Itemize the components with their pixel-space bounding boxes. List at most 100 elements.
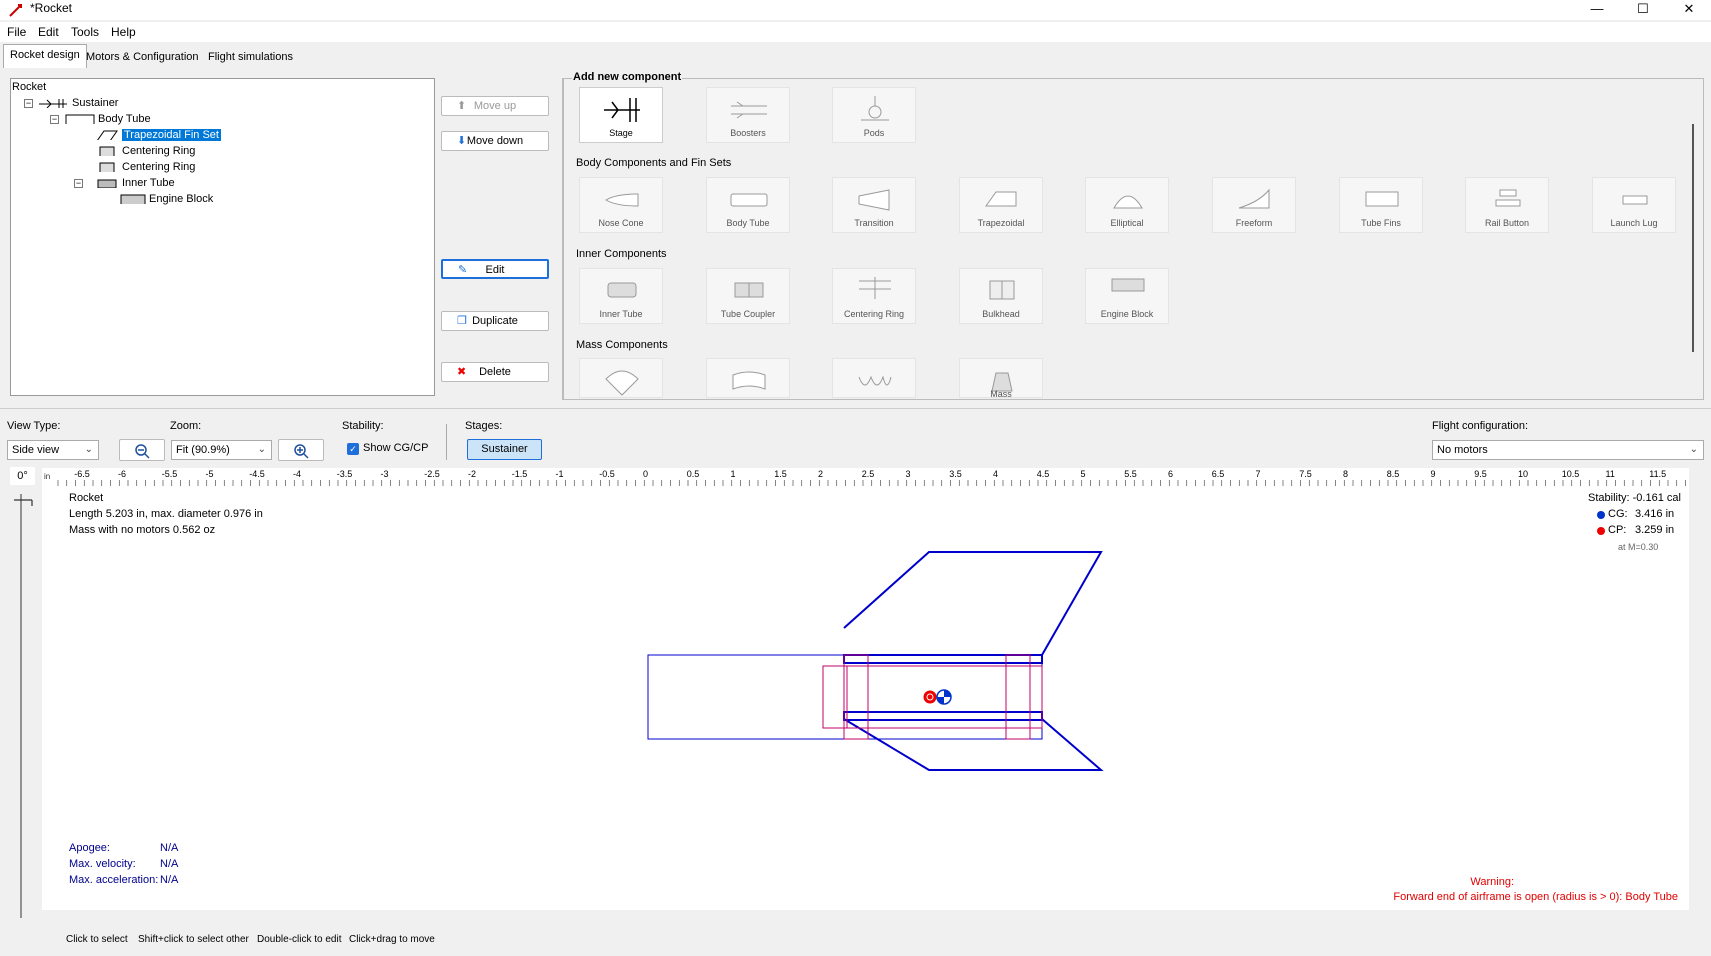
component-elliptical-button[interactable]: Elliptical <box>1085 177 1169 233</box>
delete-icon: ✖ <box>457 366 467 378</box>
component-shock-cord-button[interactable] <box>832 358 916 398</box>
ruler-x-label: 2 <box>818 469 823 479</box>
tree-item-sustainer[interactable]: Sustainer <box>72 97 118 109</box>
rocket-drawing[interactable] <box>42 486 1689 910</box>
body-tube-icon <box>65 114 95 124</box>
move-down-button[interactable]: ⬇ Move down <box>441 131 549 151</box>
close-button[interactable]: ✕ <box>1666 0 1711 20</box>
tab-flight-simulations[interactable]: Flight simulations <box>201 46 300 68</box>
parachute-icon <box>605 370 639 396</box>
freeform-fin-icon <box>1238 188 1270 209</box>
ruler-x-label: 9.5 <box>1474 469 1487 479</box>
view-type-label: View Type: <box>7 420 61 432</box>
component-nose-cone-button[interactable]: Nose Cone <box>579 177 663 233</box>
component-freeform-button[interactable]: Freeform <box>1212 177 1296 233</box>
components-scrollbar[interactable] <box>1692 124 1694 352</box>
tree-item-trapezoidal-fin-set[interactable]: Trapezoidal Fin Set <box>122 129 221 141</box>
zoom-out-icon <box>135 444 150 459</box>
fin-bottom[interactable] <box>843 718 1104 771</box>
show-cgcp-checkbox[interactable]: ✓ <box>347 443 359 455</box>
title-bar: *Rocket — ☐ ✕ <box>0 0 1711 20</box>
move-up-button[interactable]: ⬆ Move up <box>441 96 549 116</box>
zoom-in-button[interactable] <box>278 439 324 461</box>
menu-file[interactable]: File <box>7 25 26 39</box>
fin-root-bottom <box>843 711 1043 721</box>
tree-item-rocket[interactable]: Rocket <box>12 81 46 93</box>
edit-button[interactable]: ✎ Edit <box>441 259 549 279</box>
view-type-select[interactable]: Side view ⌄ <box>7 440 99 460</box>
mass-components-heading: Mass Components <box>576 339 668 351</box>
warning-title: Warning: <box>1470 876 1514 888</box>
component-inner-tube-button[interactable]: Inner Tube <box>579 268 663 324</box>
menu-help[interactable]: Help <box>111 25 136 39</box>
rocket-figure-canvas[interactable]: Rocket Length 5.203 in, max. diameter 0.… <box>42 486 1689 910</box>
cg-marker <box>936 689 952 705</box>
tab-motors-configuration[interactable]: Motors & Configuration <box>79 46 206 68</box>
component-pods-button[interactable]: Pods <box>832 87 916 143</box>
zoom-select[interactable]: Fit (90.9%) ⌄ <box>171 440 272 460</box>
transition-icon <box>858 189 890 211</box>
component-engine-block-button[interactable]: Engine Block <box>1085 268 1169 324</box>
component-streamer-button[interactable] <box>706 358 790 398</box>
body-tube-icon <box>730 193 768 207</box>
component-parachute-button[interactable] <box>579 358 663 398</box>
collapse-icon[interactable]: − <box>74 179 83 188</box>
component-mass-button[interactable]: Mass <box>959 358 1043 399</box>
chevron-down-icon: ⌄ <box>84 444 93 455</box>
ruler-x-label: 8 <box>1343 469 1348 479</box>
ruler-x-label: -4 <box>293 469 301 479</box>
engine-block-icon <box>120 194 146 204</box>
ruler-x-label: 6.5 <box>1212 469 1225 479</box>
component-tube-fins-button[interactable]: Tube Fins <box>1339 177 1423 233</box>
component-tree[interactable]: Rocket − Sustainer − Body Tube Trapezoid… <box>10 78 435 396</box>
component-boosters-button[interactable]: Boosters <box>706 87 790 143</box>
tab-rocket-design[interactable]: Rocket design <box>3 44 87 68</box>
menu-tools[interactable]: Tools <box>71 25 99 39</box>
rotation-angle-field[interactable]: 0° <box>10 467 35 485</box>
zoom-out-button[interactable] <box>119 439 165 461</box>
ruler-x-label: -5 <box>206 469 214 479</box>
fin-top[interactable] <box>843 551 1103 656</box>
menu-edit[interactable]: Edit <box>38 25 59 39</box>
ruler-x-label: 5.5 <box>1124 469 1137 479</box>
window-title: *Rocket <box>30 1 73 15</box>
component-body-tube-button[interactable]: Body Tube <box>706 177 790 233</box>
centering-ring-icon <box>99 162 115 172</box>
tree-item-centering-ring[interactable]: Centering Ring <box>122 145 195 157</box>
component-transition-button[interactable]: Transition <box>832 177 916 233</box>
flight-config-select[interactable]: No motors ⌄ <box>1432 440 1704 460</box>
minimize-button[interactable]: — <box>1574 0 1620 20</box>
split-divider[interactable] <box>0 408 1711 412</box>
apogee-value: N/A <box>160 842 179 854</box>
collapse-icon[interactable]: − <box>24 99 33 108</box>
component-stage-button[interactable]: Stage <box>579 87 663 143</box>
ruler-x-label: -6.5 <box>74 469 90 479</box>
maximize-button[interactable]: ☐ <box>1620 0 1666 20</box>
stages-label: Stages: <box>465 420 503 432</box>
tree-item-centering-ring[interactable]: Centering Ring <box>122 161 195 173</box>
rotation-slider[interactable] <box>10 490 36 920</box>
component-launch-lug-button[interactable]: Launch Lug <box>1592 177 1676 233</box>
tree-item-inner-tube[interactable]: Inner Tube <box>122 177 175 189</box>
ruler-x-label: 0.5 <box>687 469 700 479</box>
component-bulkhead-button[interactable]: Bulkhead <box>959 268 1043 324</box>
tree-item-engine-block[interactable]: Engine Block <box>149 193 213 205</box>
centering-ring-rear[interactable] <box>1005 654 1031 740</box>
delete-button[interactable]: ✖ Delete <box>441 362 549 382</box>
body-components-heading: Body Components and Fin Sets <box>576 157 732 169</box>
component-tube-coupler-button[interactable]: Tube Coupler <box>706 268 790 324</box>
ruler-x-label: 5 <box>1081 469 1086 479</box>
stage-sustainer-toggle[interactable]: Sustainer <box>467 439 542 460</box>
component-rail-button-button[interactable]: Rail Button <box>1465 177 1549 233</box>
collapse-icon[interactable]: − <box>50 115 59 124</box>
ruler-x-label: -6 <box>118 469 126 479</box>
hint-drag: Click+drag to move <box>349 934 435 945</box>
component-centering-ring-button[interactable]: Centering Ring <box>832 268 916 324</box>
tree-item-body-tube[interactable]: Body Tube <box>98 113 151 125</box>
max-acceleration-value: N/A <box>160 874 179 886</box>
duplicate-button[interactable]: ❐ Duplicate <box>441 311 549 331</box>
body-tube-outline[interactable] <box>647 654 1043 740</box>
component-trapezoidal-button[interactable]: Trapezoidal <box>959 177 1043 233</box>
app-rocket-icon <box>9 4 22 17</box>
ruler-x-label: 8.5 <box>1387 469 1400 479</box>
